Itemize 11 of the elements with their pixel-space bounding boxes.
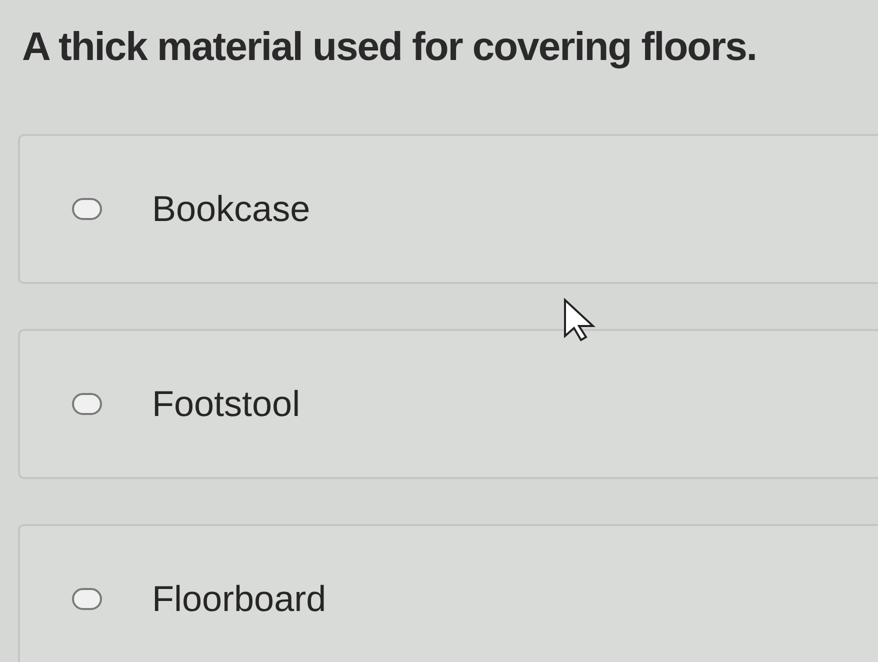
radio-button[interactable] <box>72 588 102 610</box>
option-label: Footstool <box>152 382 300 426</box>
option-label: Floorboard <box>152 577 326 621</box>
question-text: A thick material used for covering floors. <box>21 24 758 71</box>
option-label: Bookcase <box>152 187 310 231</box>
cursor-icon <box>563 298 597 342</box>
answer-option[interactable]: Bookcase <box>18 134 878 284</box>
radio-button[interactable] <box>72 198 102 220</box>
answer-option[interactable]: Footstool <box>18 329 878 479</box>
answer-option[interactable]: Floorboard <box>18 524 878 662</box>
radio-button[interactable] <box>72 393 102 415</box>
